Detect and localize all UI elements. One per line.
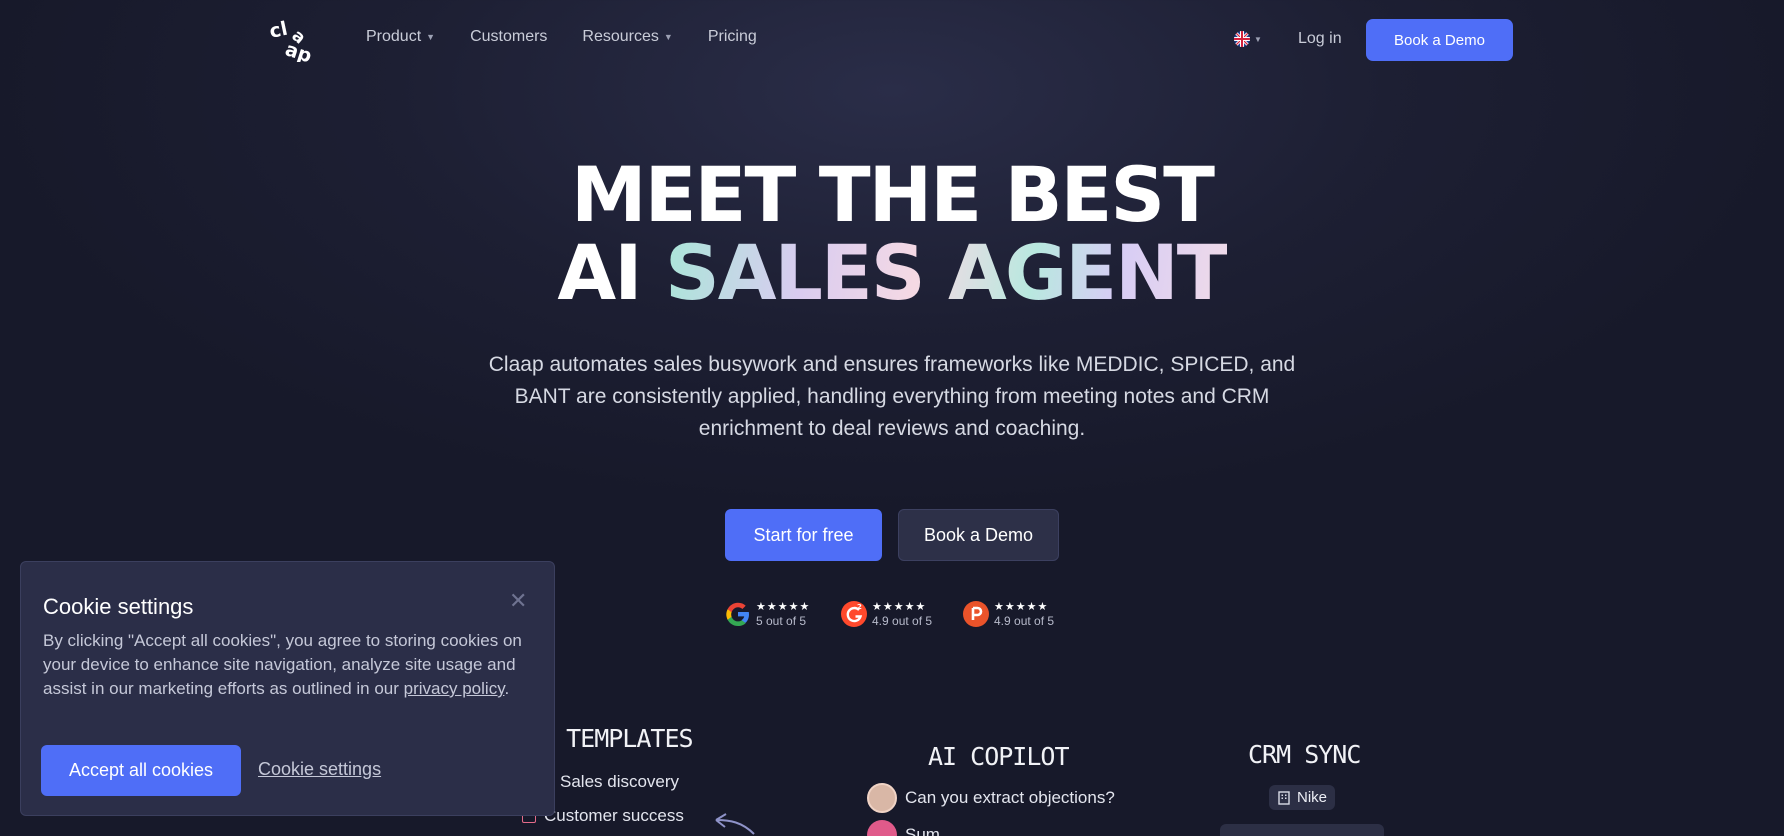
google-icon [726, 602, 749, 626]
avatar [867, 820, 897, 836]
rating-producthunt: ★★★★★ 4.9 out of 5 [962, 600, 1054, 628]
hero-subtitle: Claap automates sales busywork and ensur… [488, 353, 1296, 440]
login-link[interactable]: Log in [1298, 30, 1342, 48]
copilot-message-text: Sum [905, 825, 940, 836]
crm-chip-label: Nike [1297, 789, 1328, 806]
templates-title: E TEMPLATES [538, 724, 694, 753]
rating-g2-text: ★★★★★ 4.9 out of 5 [872, 600, 932, 628]
cookie-body: By clicking "Accept all cookies", you ag… [43, 629, 538, 701]
copilot-title: AI COPILOT [928, 742, 1070, 771]
copilot-message: Can you extract objections? [867, 783, 1115, 813]
top-navbar: cl ap a Product ▼ Customers Resources ▼ … [0, 0, 1784, 80]
rating-stars: ★★★★★ [872, 601, 927, 613]
nav-links: Product ▼ Customers Resources ▼ Pricing [366, 28, 792, 46]
arrow-icon [715, 813, 755, 835]
hero-title-highlight: SALES AGENT [664, 228, 1229, 317]
crm-chip: Nike [1269, 785, 1336, 810]
producthunt-icon [963, 601, 989, 627]
hero-title-line2: AI SALES AGENT [0, 234, 1784, 312]
nav-customers[interactable]: Customers [470, 28, 547, 46]
rating-google: ★★★★★ 5 out of 5 [724, 600, 810, 628]
rating-google-text: ★★★★★ 5 out of 5 [756, 600, 810, 628]
building-icon [1278, 790, 1290, 805]
chevron-down-icon: ▼ [426, 32, 436, 42]
cookie-body-suffix: . [504, 679, 510, 698]
nav-customers-label: Customers [470, 28, 548, 45]
hero-title-prefix: AI [557, 228, 642, 317]
claap-logo[interactable]: cl ap a [270, 18, 318, 62]
language-selector[interactable]: ▼ [1234, 31, 1262, 47]
svg-text:2: 2 [857, 603, 862, 611]
rating-stars: ★★★★★ [994, 601, 1049, 613]
crm-title: CRM SYNC [1248, 740, 1361, 769]
hero-title: MEET THE BEST AI SALES AGENT [0, 156, 1784, 312]
cookie-banner: Cookie settings ✕ By clicking "Accept al… [20, 561, 555, 816]
rating-score: 5 out of 5 [756, 614, 807, 628]
crm-chip-partial [1220, 824, 1384, 836]
avatar [867, 783, 897, 813]
hero-title-line1: MEET THE BEST [570, 150, 1215, 239]
book-demo-button[interactable]: Book a Demo [898, 509, 1059, 561]
rating-g2: 2 ★★★★★ 4.9 out of 5 [840, 600, 932, 628]
start-for-free-button[interactable]: Start for free [725, 509, 882, 561]
copilot-message-text: Can you extract objections? [905, 788, 1115, 807]
rating-score: 4.9 out of 5 [872, 614, 933, 628]
accept-all-cookies-button[interactable]: Accept all cookies [41, 745, 241, 796]
g2-icon: 2 [841, 601, 867, 627]
nav-product-label: Product [366, 28, 422, 45]
template-item[interactable]: Sales discovery [538, 772, 679, 792]
book-demo-nav-button[interactable]: Book a Demo [1366, 19, 1513, 61]
nav-resources[interactable]: Resources ▼ [582, 28, 672, 46]
svg-text:cl: cl [270, 18, 289, 43]
chevron-down-icon: ▼ [1254, 34, 1262, 44]
cookie-settings-link[interactable]: Cookie settings [258, 759, 381, 780]
template-item-label: Sales discovery [560, 772, 680, 791]
uk-flag-icon [1234, 31, 1250, 47]
rating-stars: ★★★★★ [756, 601, 811, 613]
privacy-policy-link[interactable]: privacy policy [404, 679, 505, 698]
nav-product[interactable]: Product ▼ [366, 28, 435, 46]
close-icon[interactable]: ✕ [509, 588, 527, 614]
nav-pricing-label: Pricing [707, 28, 757, 45]
rating-score: 4.9 out of 5 [994, 614, 1055, 628]
nav-pricing[interactable]: Pricing [708, 28, 757, 46]
cookie-title: Cookie settings [43, 594, 194, 619]
rating-producthunt-text: ★★★★★ 4.9 out of 5 [994, 600, 1054, 628]
nav-resources-label: Resources [582, 28, 659, 45]
template-item-label: Customer success [544, 806, 684, 825]
copilot-message: Sum [867, 820, 940, 836]
chevron-down-icon: ▼ [663, 32, 673, 42]
